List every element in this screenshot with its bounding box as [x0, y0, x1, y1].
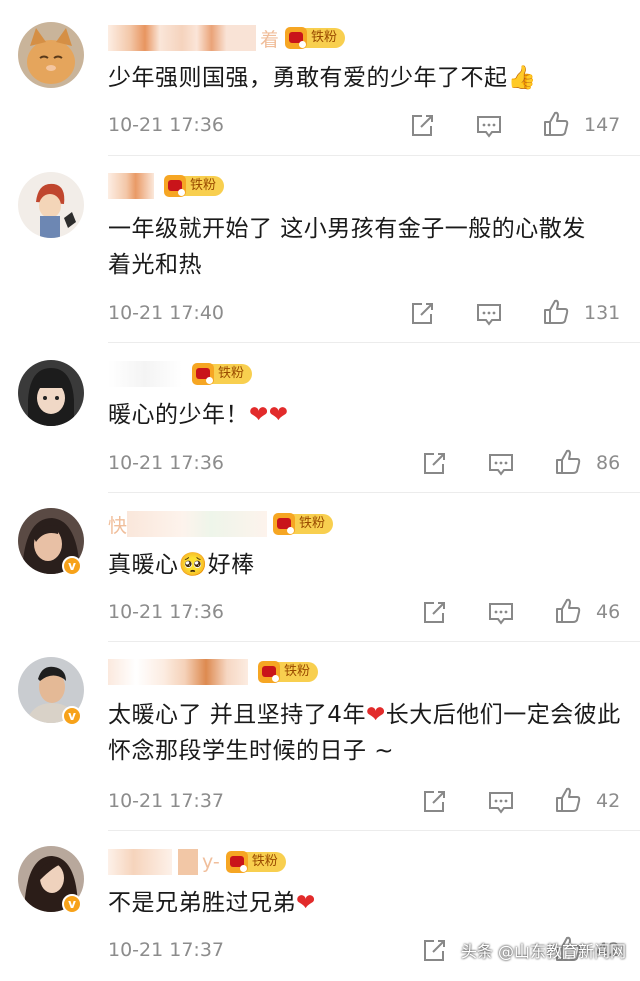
fan-badge: 铁粉 [258, 660, 319, 684]
fan-crown-icon [285, 27, 308, 49]
comment-text: 不是兄弟胜过兄弟❤ [108, 890, 316, 916]
like-icon[interactable] [554, 786, 582, 814]
blurred-username [108, 25, 256, 51]
share-icon[interactable] [420, 450, 448, 478]
avatar[interactable] [18, 22, 84, 88]
share-icon[interactable] [420, 599, 448, 627]
blurred-username [178, 849, 198, 875]
reply-icon[interactable] [487, 450, 515, 478]
fan-badge-label: 铁粉 [245, 852, 286, 872]
username-row[interactable]: y- 铁粉 [108, 848, 286, 876]
blurred-username [108, 361, 182, 387]
fan-crown-icon [192, 363, 214, 385]
comment-text: 暖心的少年！❤❤ [108, 397, 618, 433]
comment-time: 10-21 17:36 [108, 114, 225, 136]
username-fragment: y- [202, 851, 220, 873]
verified-badge-icon: v [62, 894, 82, 914]
like-icon[interactable] [554, 597, 582, 625]
reply-icon[interactable] [487, 599, 515, 627]
share-icon[interactable] [408, 112, 436, 140]
username-row[interactable]: 铁粉 [108, 658, 319, 686]
fan-badge-label: 铁粉 [278, 662, 319, 682]
comment-text: 太暖心了 并且坚持了4年❤长大后他们一定会彼此怀念那段学生时候的日子 ~ [108, 702, 621, 764]
blurred-username [108, 659, 248, 685]
verified-badge-icon: v [62, 706, 82, 726]
reply-icon[interactable] [475, 300, 503, 328]
heart-emoji: ❤ [296, 890, 316, 916]
like-count: 147 [584, 114, 621, 136]
watermark: 头条 @山东教育新闻网 [460, 942, 626, 961]
like-count: 42 [596, 790, 621, 812]
like-count: 86 [596, 452, 621, 474]
heart-emoji: ❤ [268, 402, 289, 428]
comment-text: 真暖心🥺好棒 [108, 552, 255, 578]
fan-badge-label: 铁粉 [184, 176, 225, 196]
divider [108, 492, 640, 493]
comment-text-content: 暖心的少年！❤❤ [108, 402, 289, 428]
fan-badge: 铁粉 [164, 174, 225, 198]
username-fragment: 着 [260, 28, 280, 51]
fan-crown-icon [258, 661, 280, 683]
cat-avatar-image [18, 22, 84, 88]
fan-badge: 铁粉 [225, 850, 286, 874]
heart-emoji: ❤ [365, 702, 386, 728]
fan-crown-icon [273, 513, 296, 535]
like-count: 131 [584, 302, 621, 324]
fan-badge-label: 铁粉 [212, 364, 253, 384]
anime-boy-avatar-image [18, 172, 84, 238]
blurred-username [108, 849, 172, 875]
comment-time: 10-21 17:36 [108, 452, 225, 474]
reply-icon[interactable] [487, 788, 515, 816]
comment-time: 10-21 17:37 [108, 939, 225, 961]
heart-emoji: ❤ [249, 402, 269, 428]
comment-text: 少年强则国强，勇敢有爱的少年了不起👍 [108, 65, 537, 91]
avatar[interactable] [18, 172, 84, 238]
comment-time: 10-21 17:40 [108, 302, 225, 324]
username-row[interactable]: 铁粉 [108, 172, 225, 200]
blurred-username [127, 511, 268, 537]
fan-badge: 铁粉 [285, 26, 346, 50]
like-count: 46 [596, 601, 621, 623]
fan-badge: 铁粉 [273, 512, 334, 536]
fan-badge-label: 铁粉 [305, 28, 346, 48]
username-fragment: 快 [108, 514, 128, 537]
divider [108, 342, 640, 343]
fan-crown-icon [164, 175, 186, 197]
fan-badge-label: 铁粉 [293, 514, 334, 534]
comment-time: 10-21 17:37 [108, 790, 225, 812]
comment-text: 一年级就开始了 这小男孩有金子一般的心散发着光和热 [108, 216, 586, 278]
girl-avatar-image [18, 360, 84, 426]
verified-badge-icon: v [62, 556, 82, 576]
blurred-username [108, 173, 154, 199]
avatar[interactable] [18, 360, 84, 426]
share-icon[interactable] [420, 788, 448, 816]
fan-badge: 铁粉 [192, 362, 253, 386]
like-icon[interactable] [542, 298, 570, 326]
like-icon[interactable] [542, 110, 570, 138]
like-icon[interactable] [554, 448, 582, 476]
fan-crown-icon [225, 851, 248, 873]
username-row[interactable]: 着 铁粉 [108, 24, 346, 52]
divider [108, 830, 640, 831]
username-row[interactable]: 铁粉 [108, 360, 253, 388]
comment-item: 着 铁粉 少年强则国强，勇敢有爱的少年了不起👍 10-21 17:36 147 [0, 0, 640, 155]
share-icon[interactable] [420, 937, 448, 965]
divider [108, 641, 640, 642]
username-row[interactable]: 快 铁粉 [108, 510, 334, 538]
share-icon[interactable] [408, 300, 436, 328]
divider [108, 155, 640, 156]
reply-icon[interactable] [475, 112, 503, 140]
comment-time: 10-21 17:36 [108, 601, 225, 623]
